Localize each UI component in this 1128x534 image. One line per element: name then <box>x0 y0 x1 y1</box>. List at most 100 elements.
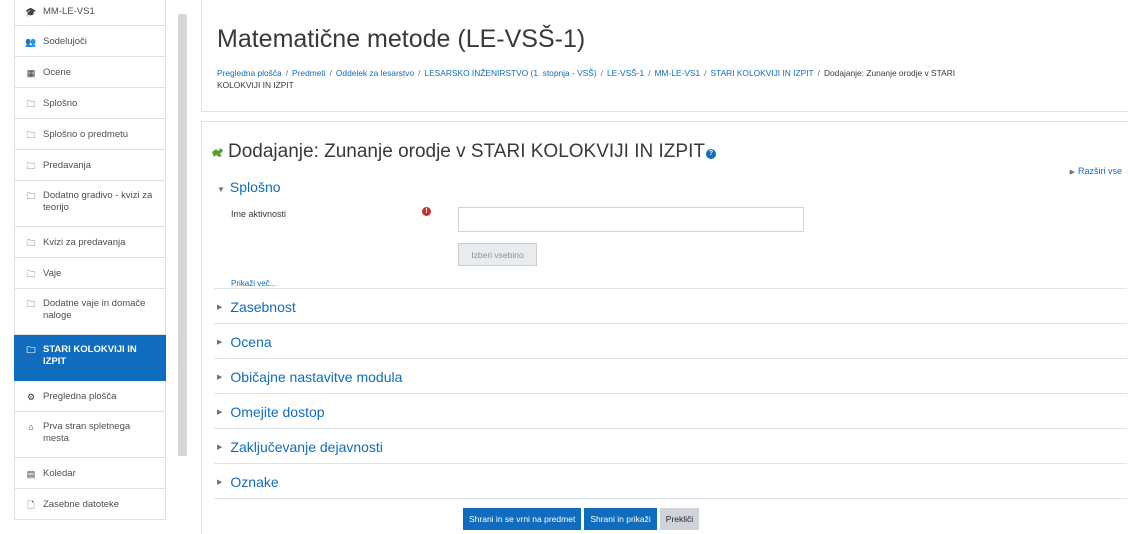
sidebar-item-label: STARI KOLOKVIJI IN IZPIT <box>43 344 137 367</box>
sidebar-item-8[interactable]: 🗀 Vaje <box>14 258 166 289</box>
course-navigation-sidebar: 🎓 MM-LE-VS1 👥 Sodelujoči ▦ Ocene 🗀 Splošno 🗀 Splo… <box>14 0 166 534</box>
sidebar-item-6[interactable]: 🗀 Dodatno gradivo - kvizi za teorijo <box>14 181 166 227</box>
folder-icon: 🗀 <box>26 191 36 201</box>
page-header: Matematične metode (LE-VSŠ-1) Pregledna … <box>201 0 1128 112</box>
expand-all-link[interactable]: ▶ Razširi vse <box>1070 166 1122 176</box>
sidebar-item-2[interactable]: ▦ Ocene <box>14 57 166 88</box>
select-content-button[interactable]: Izberi vsebino <box>458 243 537 266</box>
file-icon: 🗋 <box>27 500 35 510</box>
collapsed-section: ▶ Običajne nastavitve modula <box>214 358 1127 393</box>
collapsed-section: ▶ Zasebnost <box>214 288 1127 323</box>
general-section-toggle[interactable]: ▼ Splošno <box>217 179 281 195</box>
folder-icon: 🗀 <box>26 238 36 248</box>
lti-puzzle-icon <box>212 147 223 157</box>
section-toggle[interactable]: ▶ Zasebnost <box>217 299 296 315</box>
users-icon: 👥 <box>25 37 37 47</box>
required-icon: ! <box>422 207 431 216</box>
sidebar-item-7[interactable]: 🗀 Kvizi za predavanja <box>14 227 166 258</box>
sidebar-item-14[interactable]: 🗋 Zasebne datoteke <box>14 489 166 520</box>
sidebar-item-11[interactable]: ⚙ Pregledna plošča <box>14 381 166 412</box>
caret-down-icon: ▼ <box>217 185 225 194</box>
sidebar-item-label: Zasebne datoteke <box>43 499 120 510</box>
sidebar-item-12[interactable]: ⌂ Prva stran spletnega mesta <box>14 412 166 458</box>
section-divider <box>214 498 1127 499</box>
sidebar-item-10[interactable]: 🗀 STARI KOLOKVIJI IN IZPIT <box>14 335 166 381</box>
sidebar-item-label: Splošno <box>43 98 78 109</box>
form-buttons: Shrani in se vrni na predmet Shrani in p… <box>463 508 700 530</box>
save-and-display-button[interactable]: Shrani in prikaži <box>584 508 657 530</box>
graduation-cap-icon: 🎓 <box>25 7 37 17</box>
breadcrumb-link[interactable]: LE-VSŠ-1 <box>607 68 644 78</box>
section-toggle[interactable]: ▶ Zaključevanje dejavnosti <box>217 439 383 455</box>
cancel-button[interactable]: Prekliči <box>659 508 700 530</box>
folder-icon: 🗀 <box>26 130 36 140</box>
sidebar-item-1[interactable]: 👥 Sodelujoči <box>14 26 166 57</box>
folder-icon: 🗀 <box>26 161 36 171</box>
folder-icon: 🗀 <box>26 99 36 109</box>
activity-name-input[interactable] <box>458 207 804 232</box>
sidebar-item-label: Vaje <box>43 268 62 279</box>
sidebar-item-label: MM-LE-VS1 <box>43 6 95 17</box>
sidebar-item-5[interactable]: 🗀 Predavanja <box>14 150 166 181</box>
section-toggle[interactable]: ▶ Omejite dostop <box>217 404 325 420</box>
caret-right-icon: ▶ <box>1069 169 1075 176</box>
breadcrumb-separator: / <box>817 68 820 78</box>
caret-right-icon: ▶ <box>217 339 223 346</box>
sidebar-scrollbar[interactable] <box>178 14 187 456</box>
collapsed-section: ▶ Oznake <box>214 463 1127 498</box>
sidebar-item-label: Splošno o predmetu <box>43 129 129 140</box>
collapsed-section: ▶ Omejite dostop <box>214 393 1127 428</box>
breadcrumb-link[interactable]: Predmeti <box>292 68 326 78</box>
home-icon: ⌂ <box>28 422 34 432</box>
general-section-label: Splošno <box>229 179 281 195</box>
main-content: Dodajanje: Zunanje orodje v STARI KOLOKV… <box>201 121 1128 534</box>
breadcrumb-separator: / <box>285 68 289 78</box>
section-label: Zaključevanje dejavnosti <box>230 439 383 455</box>
sidebar-item-label: Koledar <box>43 468 76 479</box>
section-label: Ocena <box>230 334 272 350</box>
activity-name-label: Ime aktivnosti <box>231 209 287 219</box>
caret-right-icon: ▶ <box>217 409 223 416</box>
calendar-icon: ▤ <box>26 469 36 479</box>
breadcrumb-separator: / <box>648 68 651 78</box>
show-more-link[interactable]: Prikaži več... <box>231 279 276 288</box>
breadcrumb-link[interactable]: STARI KOLOKVIJI IN IZPIT <box>710 68 813 78</box>
section-toggle[interactable]: ▶ Oznake <box>217 474 279 490</box>
form-heading-text: Dodajanje: Zunanje orodje v STARI KOLOKV… <box>228 141 705 162</box>
folder-icon: 🗀 <box>26 269 36 279</box>
breadcrumb-separator: / <box>704 68 707 78</box>
sidebar-item-0[interactable]: 🎓 MM-LE-VS1 <box>14 0 166 26</box>
sidebar-item-9[interactable]: 🗀 Dodatne vaje in domače naloge <box>14 289 166 335</box>
folder-icon: 🗀 <box>26 299 36 309</box>
breadcrumb-link[interactable]: LESARSKO INŽENIRSTVO (1. stopnja - VSŠ) <box>424 68 596 78</box>
breadcrumb-link[interactable]: Oddelek za lesarstvo <box>336 68 414 78</box>
sidebar-item-label: Prva stran spletnega mesta <box>43 421 131 444</box>
sidebar-item-4[interactable]: 🗀 Splošno o predmetu <box>14 119 166 150</box>
dashboard-icon: ⚙ <box>26 392 36 402</box>
breadcrumb-link[interactable]: MM-LE-VS1 <box>655 68 701 78</box>
save-and-return-button[interactable]: Shrani in se vrni na predmet <box>463 508 582 530</box>
caret-right-icon: ▶ <box>217 304 223 311</box>
sidebar-item-13[interactable]: ▤ Koledar <box>14 458 166 489</box>
sidebar-item-label: Ocene <box>43 67 71 78</box>
section-toggle[interactable]: ▶ Ocena <box>217 334 272 350</box>
breadcrumb-link[interactable]: Pregledna plošča <box>217 68 282 78</box>
expand-all-label: Razširi vse <box>1077 166 1122 176</box>
folder-icon: 🗀 <box>26 345 36 355</box>
breadcrumb: Pregledna plošča / Predmeti / Oddelek za les… <box>217 67 957 91</box>
section-toggle[interactable]: ▶ Običajne nastavitve modula <box>217 369 402 385</box>
caret-right-icon: ▶ <box>217 479 223 486</box>
sidebar-item-label: Dodatne vaje in domače naloge <box>43 298 146 321</box>
sidebar-item-label: Pregledna plošča <box>43 391 117 402</box>
page-title: Matematične metode (LE-VSŠ-1) <box>217 25 586 53</box>
section-label: Običajne nastavitve modula <box>230 369 403 385</box>
section-label: Omejite dostop <box>230 404 325 420</box>
sidebar-item-3[interactable]: 🗀 Splošno <box>14 88 166 119</box>
sidebar-item-label: Dodatno gradivo - kvizi za teorijo <box>43 190 153 213</box>
form-heading: Dodajanje: Zunanje orodje v STARI KOLOKV… <box>211 141 716 163</box>
breadcrumb-separator: / <box>418 68 421 78</box>
table-icon: ▦ <box>26 68 36 78</box>
section-label: Oznake <box>230 474 279 490</box>
sidebar-item-label: Predavanja <box>43 160 92 171</box>
help-icon[interactable]: ? <box>705 149 716 159</box>
